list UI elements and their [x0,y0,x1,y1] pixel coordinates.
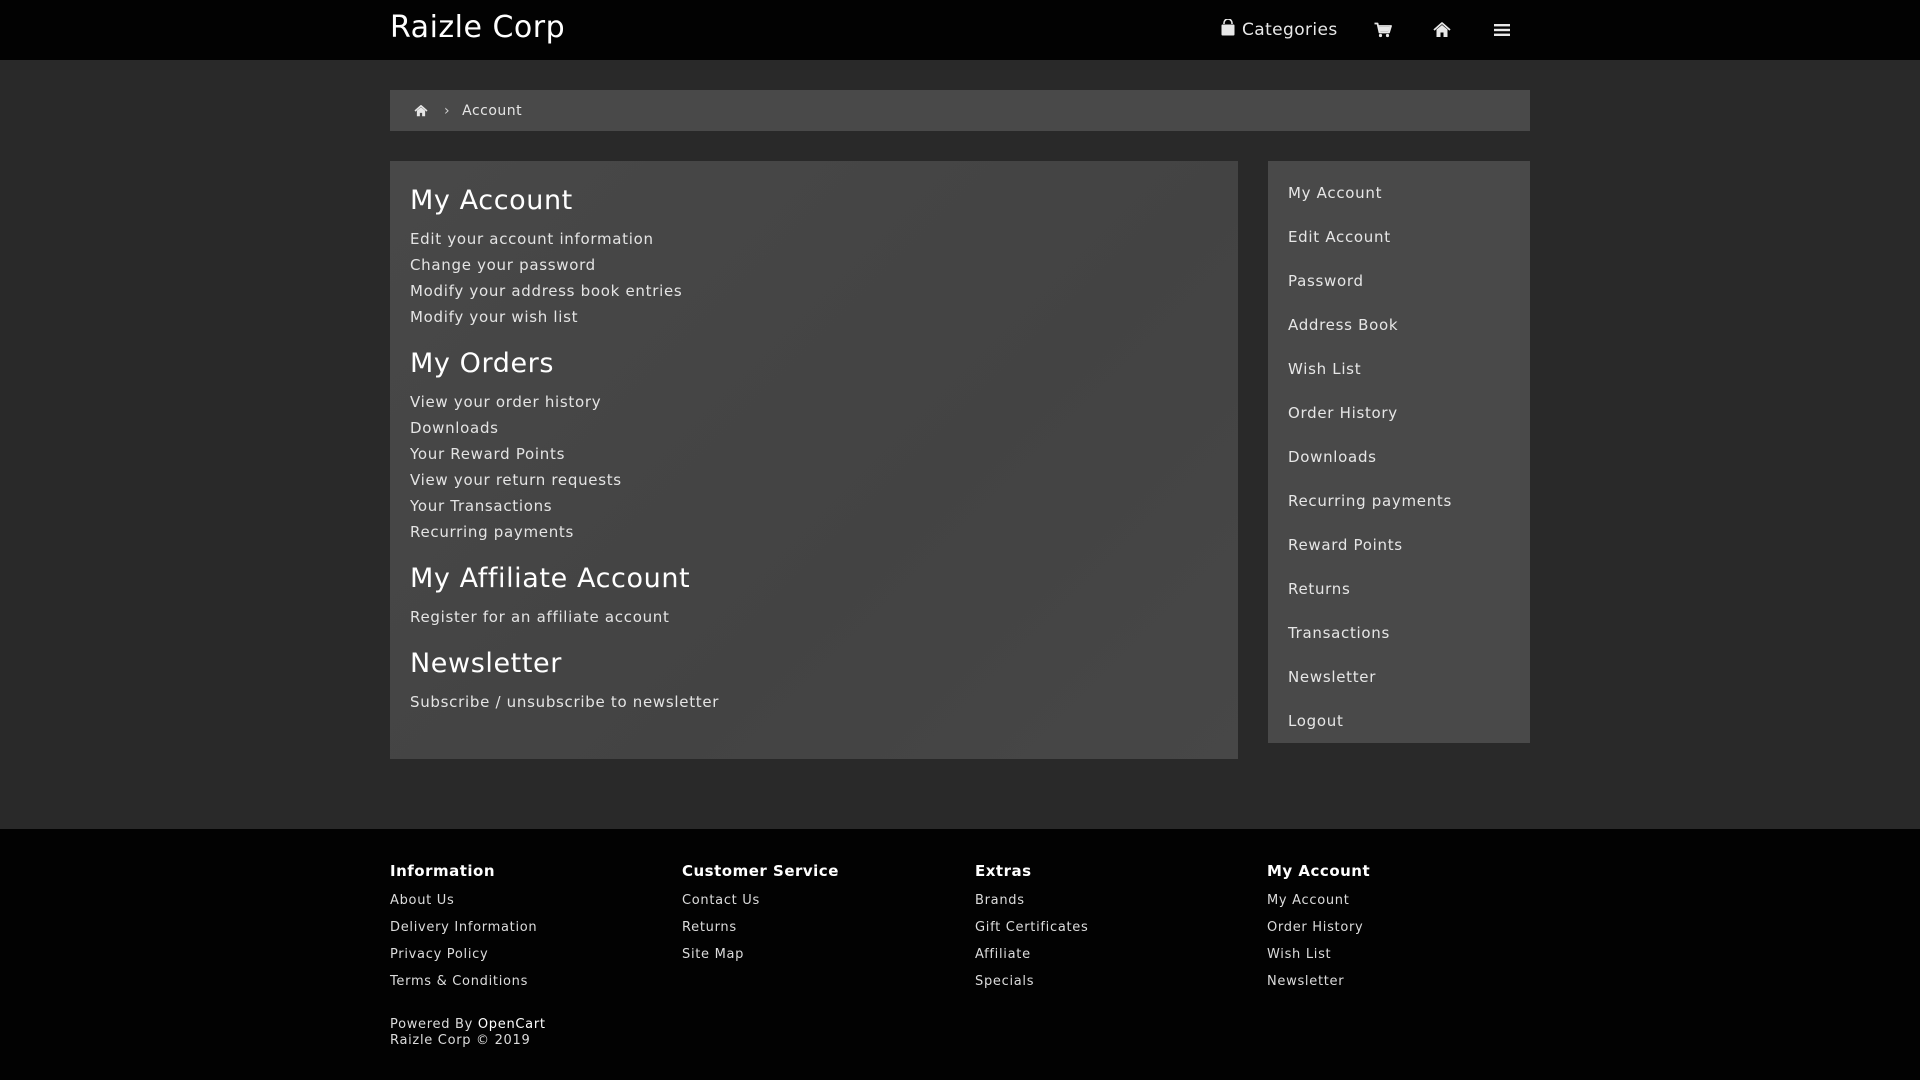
account-content-panel: My Account Edit your account information… [390,161,1238,759]
footer-link-gift-certificates[interactable]: Gift Certificates [975,914,1235,941]
footer-column-my-account: My Account My Account Order History Wish… [1267,861,1527,995]
transactions-link[interactable]: Your Transactions [410,497,552,515]
downloads-link[interactable]: Downloads [410,419,499,437]
sidebar-item-downloads[interactable]: Downloads [1268,435,1530,479]
account-sidebar: My Account Edit Account Password Address… [1268,161,1530,743]
list-item: Change your password [410,252,1218,278]
footer-column-extras: Extras Brands Gift Certificates Affiliat… [975,861,1235,995]
list-item: Modify your wish list [410,304,1218,330]
sidebar-item-order-history[interactable]: Order History [1268,391,1530,435]
shopping-bag-icon [1220,18,1236,41]
list-item: Your Transactions [410,493,1218,519]
breadcrumb-item-account[interactable]: Account [462,103,522,119]
footer-link-contact-us[interactable]: Contact Us [682,887,942,914]
footer-link-affiliate[interactable]: Affiliate [975,941,1235,968]
section-title-my-account: My Account [410,185,573,216]
list-item: Register for an affiliate account [410,604,1218,630]
footer-link-my-account[interactable]: My Account [1267,887,1527,914]
footer-column-information: Information About Us Delivery Informatio… [390,861,650,995]
list-item: Subscribe / unsubscribe to newsletter [410,689,1218,715]
list-item: View your return requests [410,467,1218,493]
breadcrumb-home-icon[interactable] [414,104,428,117]
list-item: Modify your address book entries [410,278,1218,304]
footer-heading: Information [390,862,496,880]
breadcrumb-separator: › [444,102,451,119]
menu-icon[interactable] [1491,20,1513,40]
footer-link-returns[interactable]: Returns [682,914,942,941]
footer-link-terms-conditions[interactable]: Terms & Conditions [390,968,650,995]
home-icon[interactable] [1431,20,1453,40]
section-title-affiliate: My Affiliate Account [410,563,691,594]
site-footer: Information About Us Delivery Informatio… [0,829,1920,1080]
sidebar-item-edit-account[interactable]: Edit Account [1268,215,1530,259]
footer-column-customer-service: Customer Service Contact Us Returns Site… [682,861,942,968]
sidebar-item-newsletter[interactable]: Newsletter [1268,655,1530,699]
register-affiliate-link[interactable]: Register for an affiliate account [410,608,670,626]
top-navbar: Raizle Corp Categories [0,0,1920,60]
sidebar-item-address-book[interactable]: Address Book [1268,303,1530,347]
sidebar-item-reward-points[interactable]: Reward Points [1268,523,1530,567]
footer-link-newsletter[interactable]: Newsletter [1267,968,1527,995]
categories-label: Categories [1242,20,1338,40]
footer-link-delivery-information[interactable]: Delivery Information [390,914,650,941]
footer-heading: My Account [1267,862,1371,880]
newsletter-links: Subscribe / unsubscribe to newsletter [410,689,1218,715]
list-item: View your order history [410,389,1218,415]
section-title-my-orders: My Orders [410,348,555,379]
list-item: Your Reward Points [410,441,1218,467]
list-item: Downloads [410,415,1218,441]
footer-link-brands[interactable]: Brands [975,887,1235,914]
footer-heading: Customer Service [682,862,839,880]
sidebar-item-logout[interactable]: Logout [1268,699,1530,743]
footer-heading: Extras [975,862,1032,880]
address-book-link[interactable]: Modify your address book entries [410,282,682,300]
wish-list-link[interactable]: Modify your wish list [410,308,578,326]
footer-link-order-history[interactable]: Order History [1267,914,1527,941]
cart-icon[interactable] [1372,20,1394,40]
sidebar-item-password[interactable]: Password [1268,259,1530,303]
order-history-link[interactable]: View your order history [410,393,601,411]
affiliate-links: Register for an affiliate account [410,604,1218,630]
footer-link-wish-list[interactable]: Wish List [1267,941,1527,968]
recurring-payments-link[interactable]: Recurring payments [410,523,574,541]
breadcrumb: › Account [390,90,1530,131]
footer-link-specials[interactable]: Specials [975,968,1235,995]
sidebar-item-returns[interactable]: Returns [1268,567,1530,611]
section-title-newsletter: Newsletter [410,648,562,679]
newsletter-subscribe-link[interactable]: Subscribe / unsubscribe to newsletter [410,693,719,711]
list-item: Edit your account information [410,226,1218,252]
copyright-text: Raizle Corp © 2019 [390,1033,531,1048]
sidebar-item-wish-list[interactable]: Wish List [1268,347,1530,391]
categories-button[interactable]: Categories [1220,18,1338,41]
footer-link-privacy-policy[interactable]: Privacy Policy [390,941,650,968]
edit-account-link[interactable]: Edit your account information [410,230,654,248]
opencart-link[interactable]: OpenCart [478,1017,546,1032]
sidebar-item-transactions[interactable]: Transactions [1268,611,1530,655]
my-account-links: Edit your account information Change you… [410,226,1218,330]
footer-link-about-us[interactable]: About Us [390,887,650,914]
my-orders-links: View your order history Downloads Your R… [410,389,1218,545]
return-requests-link[interactable]: View your return requests [410,471,622,489]
powered-by: Powered By OpenCart Raizle Corp © 2019 [390,1017,546,1049]
footer-link-site-map[interactable]: Site Map [682,941,942,968]
sidebar-item-recurring-payments[interactable]: Recurring payments [1268,479,1530,523]
change-password-link[interactable]: Change your password [410,256,596,274]
sidebar-item-my-account[interactable]: My Account [1268,171,1530,215]
list-item: Recurring payments [410,519,1218,545]
powered-by-prefix: Powered By [390,1017,474,1032]
brand-logo[interactable]: Raizle Corp [390,10,565,45]
reward-points-link[interactable]: Your Reward Points [410,445,565,463]
